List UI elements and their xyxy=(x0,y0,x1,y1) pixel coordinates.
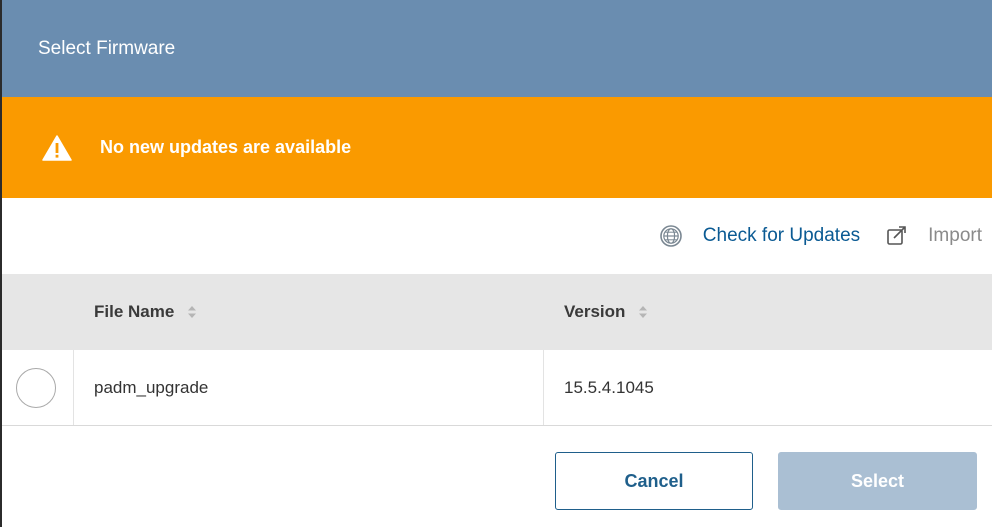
cancel-button[interactable]: Cancel xyxy=(555,452,753,510)
toolbar: Check for Updates Import xyxy=(2,198,992,274)
alert-message: No new updates are available xyxy=(100,137,352,157)
import-label: Import xyxy=(928,225,982,246)
table-header: File Name Version xyxy=(2,274,992,350)
warning-triangle-icon xyxy=(42,134,72,161)
table-row[interactable]: padm_upgrade 15.5.4.1045 xyxy=(2,350,992,426)
file-name-column-header[interactable]: File Name xyxy=(74,302,544,322)
sort-icon[interactable] xyxy=(637,304,649,320)
import-button[interactable]: Import xyxy=(886,225,982,247)
warning-alert: No new updates are available xyxy=(2,97,992,198)
globe-icon xyxy=(659,225,682,247)
file-name-cell: padm_upgrade xyxy=(74,350,544,425)
select-firmware-dialog: Select Firmware No new updates are avail… xyxy=(0,0,992,527)
import-icon xyxy=(887,226,906,245)
select-button[interactable]: Select xyxy=(778,452,977,510)
file-name-header-label: File Name xyxy=(94,302,175,321)
version-header-label: Version xyxy=(564,302,626,321)
version-cell: 15.5.4.1045 xyxy=(564,377,654,397)
sort-icon[interactable] xyxy=(186,304,198,320)
firmware-table: File Name Version padm_upgrade 15.5.4.10… xyxy=(2,274,992,426)
check-for-updates-button[interactable]: Check for Updates xyxy=(659,224,860,248)
row-select-cell xyxy=(2,350,74,425)
dialog-title: Select Firmware xyxy=(38,37,176,59)
version-column-header[interactable]: Version xyxy=(544,302,992,322)
check-for-updates-label: Check for Updates xyxy=(702,225,861,246)
dialog-header: Select Firmware xyxy=(2,0,992,97)
row-radio-button[interactable] xyxy=(15,367,56,408)
